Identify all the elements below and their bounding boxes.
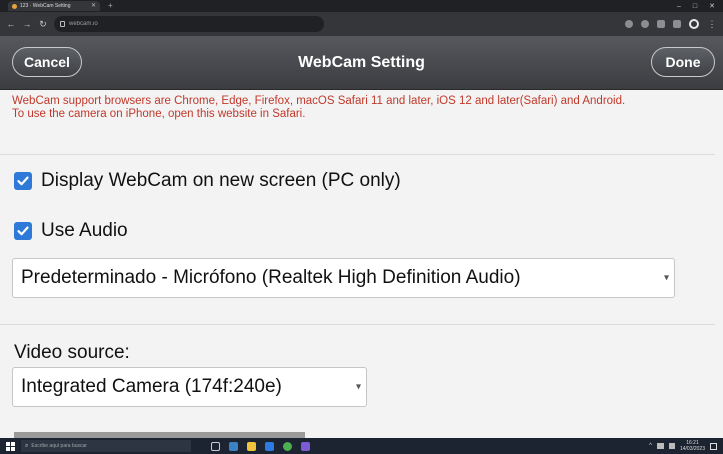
browser-support-notice: WebCam support browsers are Chrome, Edge… [12, 95, 702, 121]
lock-icon [60, 21, 65, 27]
cancel-button[interactable]: Cancel [12, 47, 82, 77]
divider [0, 154, 715, 155]
windows-start-icon[interactable] [6, 441, 15, 451]
checkmark-icon [17, 176, 29, 186]
browser-toolbar-right: ⋮ [625, 19, 717, 29]
profile-avatar-icon[interactable] [689, 19, 699, 29]
search-icon: ⌕ [25, 442, 29, 449]
system-tray: ^ 16:21 14/03/2023 [649, 440, 717, 452]
menu-kebab-icon[interactable]: ⋮ [707, 19, 717, 29]
notifications-icon[interactable] [710, 442, 717, 450]
browser-tab[interactable]: 123 · WebCam Setting ✕ [8, 1, 100, 11]
new-tab-icon[interactable]: + [108, 2, 113, 10]
divider [0, 324, 715, 325]
tab-close-icon[interactable]: ✕ [91, 3, 96, 9]
window-controls: – □ ✕ [677, 3, 715, 10]
network-icon[interactable] [656, 443, 664, 449]
forward-icon[interactable]: → [22, 19, 32, 29]
audio-source-value: Predeterminado - Micrófono (Realtek High… [21, 267, 521, 288]
minimize-icon[interactable]: – [677, 3, 681, 10]
video-source-select[interactable]: Integrated Camera (174f:240e) ▾ [12, 367, 367, 407]
star-icon[interactable] [641, 20, 649, 28]
chevron-down-icon: ▾ [663, 272, 669, 284]
browser-tab-bar: 123 · WebCam Setting ✕ + – □ ✕ [0, 0, 723, 12]
edge-icon[interactable] [229, 441, 238, 451]
checkmark-icon [17, 226, 29, 236]
os-taskbar: ⌕ Escribe aquí para buscar ^ 16:21 14/03… [0, 438, 723, 454]
sidebar-icon[interactable] [673, 20, 681, 28]
reload-icon[interactable]: ↻ [38, 19, 48, 29]
volume-icon[interactable] [668, 443, 675, 449]
clock-date: 14/03/2023 [679, 446, 705, 452]
store-icon[interactable] [265, 441, 274, 451]
tray-chevron-icon[interactable]: ^ [649, 443, 652, 449]
url-text: webcam.io [69, 21, 98, 27]
display-webcam-option[interactable]: Display WebCam on new screen (PC only) [14, 170, 401, 192]
app-icon[interactable] [301, 441, 310, 451]
favicon-icon [12, 3, 17, 9]
task-view-icon[interactable] [211, 441, 220, 451]
back-icon[interactable]: ← [6, 19, 16, 29]
display-webcam-checkbox[interactable] [14, 172, 32, 190]
settings-panel: WebCam support browsers are Chrome, Edge… [0, 90, 723, 442]
camera-permission-icon[interactable] [625, 20, 633, 28]
notice-line-2: To use the camera on iPhone, open this w… [12, 108, 306, 120]
taskbar-apps [211, 441, 310, 451]
use-audio-checkbox[interactable] [14, 222, 32, 240]
notice-line-1: WebCam support browsers are Chrome, Edge… [12, 95, 626, 107]
clock[interactable]: 16:21 14/03/2023 [680, 440, 705, 452]
page-title: WebCam Setting [298, 53, 425, 71]
chevron-down-icon: ▾ [355, 381, 361, 393]
display-webcam-label[interactable]: Display WebCam on new screen (PC only) [41, 170, 401, 192]
maximize-icon[interactable]: □ [693, 3, 697, 10]
use-audio-option[interactable]: Use Audio [14, 220, 128, 242]
file-explorer-icon[interactable] [247, 441, 256, 451]
video-source-value: Integrated Camera (174f:240e) [21, 376, 282, 397]
browser-toolbar: ← → ↻ webcam.io ⋮ [0, 12, 723, 36]
audio-source-select[interactable]: Predeterminado - Micrófono (Realtek High… [12, 258, 675, 298]
chrome-icon[interactable] [283, 441, 292, 451]
tab-title: 123 · WebCam Setting [20, 3, 71, 9]
extension-icon[interactable] [657, 20, 665, 28]
video-source-label: Video source: [14, 342, 130, 363]
taskbar-search-placeholder: Escribe aquí para buscar [31, 443, 87, 449]
done-button[interactable]: Done [651, 47, 715, 77]
app-header: Cancel WebCam Setting Done [0, 36, 723, 90]
taskbar-search[interactable]: ⌕ Escribe aquí para buscar [21, 440, 191, 452]
address-bar[interactable]: webcam.io [54, 16, 324, 32]
use-audio-label[interactable]: Use Audio [41, 220, 128, 242]
window-close-icon[interactable]: ✕ [709, 3, 715, 10]
